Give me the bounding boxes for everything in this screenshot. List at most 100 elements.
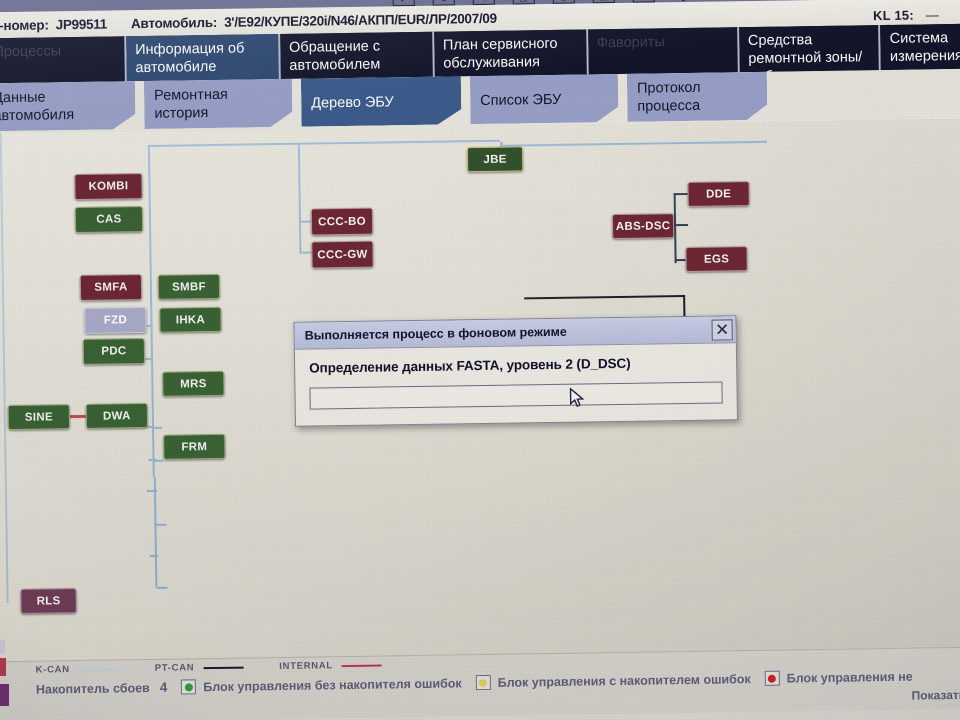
bus-stub bbox=[674, 223, 689, 227]
bus-stub bbox=[156, 586, 168, 589]
fault-memory-count: 4 bbox=[159, 679, 168, 695]
subtab-process-log[interactable]: Протокол процесса bbox=[627, 72, 768, 122]
ecu-node-pdc[interactable]: PDC bbox=[82, 338, 146, 365]
subtab-ecu-list[interactable]: Список ЭБУ bbox=[470, 74, 619, 124]
kl15-status: KL 15: — bbox=[873, 7, 939, 23]
tab-measurement-system[interactable]: Система измерения bbox=[880, 23, 960, 71]
ecu-node-frm[interactable]: FRM bbox=[163, 433, 226, 460]
ecu-node-label: PDC bbox=[101, 345, 127, 358]
ecu-node-label: KOMBI bbox=[88, 180, 129, 193]
legend-not-reachable: Блок управления не bbox=[764, 669, 913, 686]
subtab-label: Дерево ЭБУ bbox=[311, 94, 394, 112]
ecu-node-egs[interactable]: EGS bbox=[685, 246, 748, 272]
internal-line-swatch bbox=[341, 664, 382, 667]
close-icon[interactable]: ✕ bbox=[711, 318, 733, 341]
ecu-node-label: SMFA bbox=[94, 281, 128, 294]
legend-label: K-CAN bbox=[35, 664, 70, 676]
legend-with-fault-memory: Блок управления с накопителем ошибок bbox=[475, 671, 751, 691]
subtab-vehicle-data[interactable]: Данные автомобиля bbox=[0, 81, 136, 131]
ecu-node-label: DWA bbox=[102, 409, 131, 423]
ecu-node-label: ABS-DSC bbox=[615, 219, 671, 233]
ecu-node-dde[interactable]: DDE bbox=[687, 181, 750, 207]
ecu-node-abs-dsc[interactable]: ABS-DSC bbox=[611, 213, 675, 240]
ecu-node-label: FZD bbox=[103, 314, 128, 327]
legend-label: Блок управления не bbox=[786, 669, 913, 686]
tab-vehicle-handling[interactable]: Обращение с автомобилем bbox=[279, 31, 435, 79]
bus-stub bbox=[673, 192, 688, 196]
green-status-icon bbox=[181, 679, 197, 695]
subtab-repair-history[interactable]: Ремонтная история bbox=[144, 79, 293, 129]
subtab-label: Список ЭБУ bbox=[480, 91, 562, 110]
ecu-tree-canvas[interactable]: KOMBI CAS SMFA FZD PDC SINE DWA SMBF IHK… bbox=[0, 118, 960, 662]
ecu-node-smfa[interactable]: SMFA bbox=[79, 274, 143, 301]
tab-service-plan[interactable]: План сервисного обслуживания bbox=[433, 29, 589, 77]
ptcan-line-swatch bbox=[203, 666, 244, 669]
bus-line-kcan bbox=[147, 139, 500, 147]
ecu-node-label: CCC-BO bbox=[318, 215, 366, 228]
panel-edge bbox=[0, 133, 9, 604]
dialog-title-text: Выполняется процесс в фоновом режиме bbox=[304, 324, 567, 343]
ecu-node-label: RLS bbox=[36, 594, 61, 608]
screen-photo: ✓ ↻ ∿ ◺ ▯ ▤ AIR ? IN-номер: JP99511 Авто… bbox=[0, 0, 960, 720]
dialog-body: Определение данных FASTA, уровень 2 (D_D… bbox=[295, 343, 737, 410]
bus-stub bbox=[152, 426, 163, 429]
progress-bar bbox=[309, 381, 723, 410]
bus-stub bbox=[145, 357, 154, 361]
edge-artifact bbox=[0, 658, 6, 676]
fault-memory-counter: Накопитель сбоев 4 bbox=[36, 680, 168, 697]
ecu-node-ccc-bo[interactable]: CCC-BO bbox=[310, 207, 374, 236]
ecu-node-jbe[interactable]: JBE bbox=[466, 146, 524, 173]
tab-label: Обращение с автомобилем bbox=[288, 38, 381, 74]
fault-memory-label: Накопитель сбоев bbox=[35, 680, 150, 697]
ecu-node-label: MRS bbox=[180, 377, 207, 391]
ecu-node-smbf[interactable]: SMBF bbox=[157, 273, 221, 300]
ecu-node-dwa[interactable]: DWA bbox=[85, 402, 149, 429]
vehicle-value: 3'/E92/КУПЕ/320i/N46/АКПП/EUR/ЛР/2007/09 bbox=[224, 10, 497, 30]
ecu-node-rls[interactable]: RLS bbox=[20, 588, 77, 614]
edge-artifact bbox=[0, 640, 5, 654]
bus-line-kcan bbox=[297, 142, 302, 253]
ecu-node-mrs[interactable]: MRS bbox=[162, 370, 225, 397]
ecu-node-ihka[interactable]: IHKA bbox=[159, 306, 222, 333]
vehicle-label: Автомобиль: bbox=[130, 14, 218, 31]
dialog-message: Определение данных FASTA, уровень 2 (D_D… bbox=[309, 355, 631, 376]
ecu-node-kombi[interactable]: KOMBI bbox=[74, 173, 143, 201]
ecu-node-label: DDE bbox=[705, 187, 732, 201]
tab-processes[interactable]: Процессы bbox=[0, 36, 127, 84]
ecu-node-label: FRM bbox=[181, 440, 208, 453]
legend-internal: INTERNAL bbox=[279, 660, 382, 672]
bus-legend: K-CAN PT-CAN INTERNAL bbox=[36, 659, 418, 676]
tab-label: Система измерения bbox=[889, 30, 960, 65]
tab-label: Фавориты bbox=[596, 34, 665, 52]
tab-favorites[interactable]: Фавориты bbox=[587, 27, 740, 75]
ecu-node-label: EGS bbox=[703, 252, 730, 266]
bus-line-kcan bbox=[147, 144, 155, 477]
tab-vehicle-info[interactable]: Информация об автомобиле bbox=[125, 33, 281, 82]
ecu-node-label: SINE bbox=[24, 410, 53, 424]
show-button[interactable]: Показать bbox=[911, 688, 960, 703]
tab-label: План сервисного обслуживания bbox=[442, 35, 558, 72]
ecu-node-label: CCC-GW bbox=[317, 248, 368, 261]
bus-line-kcan bbox=[499, 140, 767, 147]
subtab-ecu-tree[interactable]: Дерево ЭБУ bbox=[301, 76, 462, 126]
ecu-node-label: SMBF bbox=[171, 280, 206, 294]
background-process-dialog[interactable]: Выполняется процесс в фоновом режиме ✕ О… bbox=[293, 315, 738, 427]
ui-root: ✓ ↻ ∿ ◺ ▯ ▤ AIR ? IN-номер: JP99511 Авто… bbox=[0, 0, 960, 720]
ecu-node-cas[interactable]: CAS bbox=[74, 206, 144, 234]
red-status-icon bbox=[764, 670, 780, 686]
ecu-node-label: JBE bbox=[483, 153, 507, 166]
tab-label: Процессы bbox=[0, 43, 62, 61]
bus-line-kcan bbox=[153, 476, 158, 587]
edge-artifact bbox=[0, 684, 9, 706]
ecu-node-fzd[interactable]: FZD bbox=[84, 306, 147, 334]
legend-label: PT-CAN bbox=[154, 662, 195, 674]
legend-kcan: K-CAN bbox=[35, 663, 119, 676]
vin-value: JP99511 bbox=[55, 16, 108, 32]
bus-line-internal bbox=[69, 414, 87, 418]
ecu-node-ccc-gw[interactable]: CCC-GW bbox=[311, 240, 374, 269]
ecu-node-sine[interactable]: SINE bbox=[7, 404, 71, 431]
subtab-label: Данные автомобиля bbox=[0, 89, 75, 125]
ecu-node-label: CAS bbox=[96, 213, 122, 226]
legend-no-fault-memory: Блок управления без накопителя ошибок bbox=[181, 675, 462, 695]
tab-workshop-equipment[interactable]: Средства ремонтной зоны/ рабочие жидкост… bbox=[738, 25, 882, 103]
